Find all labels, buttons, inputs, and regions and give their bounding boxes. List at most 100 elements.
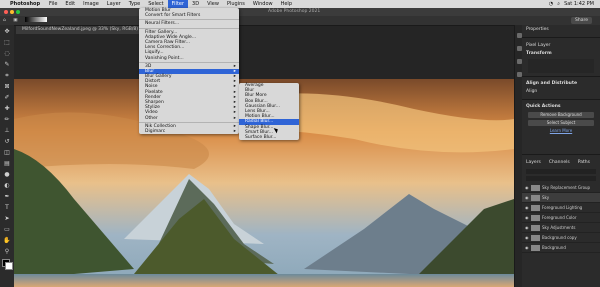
select-subject-button[interactable]: Select Subject — [528, 120, 594, 126]
layer-row[interactable]: ◉ Foreground Lighting — [522, 203, 600, 213]
visibility-eye-icon[interactable]: ◉ — [525, 205, 529, 210]
visibility-eye-icon[interactable]: ◉ — [525, 235, 529, 240]
crop-tool-icon[interactable]: ⌗ — [3, 72, 11, 80]
zoom-tool-icon[interactable]: ⚲ — [3, 248, 11, 256]
history-brush-tool-icon[interactable]: ↺ — [3, 138, 11, 146]
visibility-eye-icon[interactable]: ◉ — [525, 215, 529, 220]
layer-thumbnail — [531, 224, 540, 231]
dodge-tool-icon[interactable]: ◐ — [3, 182, 11, 190]
layer-thumbnail — [531, 244, 540, 251]
menu-type[interactable]: Type — [125, 0, 144, 8]
visibility-eye-icon[interactable]: ◉ — [525, 195, 529, 200]
eyedropper-tool-icon[interactable]: ✐ — [3, 94, 11, 102]
adjustments-icon[interactable] — [516, 46, 522, 51]
color-icon[interactable] — [516, 72, 522, 77]
color-swatches[interactable] — [2, 259, 13, 271]
blur-tool-icon[interactable]: ● — [3, 171, 11, 179]
menu-separator — [139, 121, 239, 123]
healing-tool-icon[interactable]: ✚ — [3, 105, 11, 113]
layer-name: Sky Adjustments — [542, 225, 576, 230]
libraries-icon[interactable] — [516, 59, 522, 64]
menu-image[interactable]: Image — [79, 0, 103, 8]
pen-tool-icon[interactable]: ✒ — [3, 193, 11, 201]
layer-filter-row[interactable] — [526, 169, 596, 174]
frame-tool-icon[interactable]: ⊠ — [3, 83, 11, 91]
menu-file[interactable]: File — [45, 0, 61, 8]
lasso-tool-icon[interactable]: ◌ — [3, 50, 11, 58]
canvas-area[interactable] — [14, 34, 514, 287]
search-icon[interactable]: ⌕ — [557, 1, 560, 7]
quick-select-tool-icon[interactable]: ✎ — [3, 61, 11, 69]
blur-menu-item-surface-blur[interactable]: Surface Blur... — [239, 135, 299, 140]
right-panels: Properties Pixel Layer Transform Align a… — [522, 25, 600, 287]
document-tab-bar: MilfordSoundNewZealand.jpeg @ 33% (Sky, … — [14, 26, 514, 34]
layers-tab-bar: Layers Channels Paths — [522, 158, 600, 167]
shape-tool-icon[interactable]: ▭ — [3, 226, 11, 234]
remove-background-button[interactable]: Remove Background — [528, 112, 594, 118]
tab-paths[interactable]: Paths — [574, 158, 594, 167]
clock[interactable]: Sat 1:42 PM — [564, 1, 594, 7]
wifi-icon[interactable]: ◔ — [549, 1, 553, 7]
layer-row[interactable]: ◉ Sky Adjustments — [522, 223, 600, 233]
hand-tool-icon[interactable]: ✋ — [3, 237, 11, 245]
visibility-eye-icon[interactable]: ◉ — [525, 185, 529, 190]
filter-menu-item-digimarc[interactable]: Digimarc ▸ — [139, 129, 239, 134]
brush-tool-icon[interactable]: ✏ — [3, 116, 11, 124]
layer-name: Foreground Color — [542, 215, 577, 220]
menu-3d[interactable]: 3D — [188, 0, 203, 8]
history-icon[interactable] — [516, 33, 522, 38]
path-select-tool-icon[interactable]: ➤ — [3, 215, 11, 223]
divider — [522, 99, 600, 100]
submenu-arrow-icon: ▸ — [233, 115, 236, 121]
close-window-button[interactable] — [4, 10, 8, 14]
menu-layer[interactable]: Layer — [103, 0, 125, 8]
menu-select[interactable]: Select — [144, 0, 167, 8]
divider — [522, 37, 600, 38]
layer-name: Sky Replacement Group — [542, 185, 591, 190]
tool-preset-icon[interactable]: ▣ — [13, 18, 17, 23]
gradient-swatch[interactable] — [25, 17, 47, 22]
layer-row[interactable]: ◉ Background copy — [522, 233, 600, 243]
filter-menu-item-vanishing-point[interactable]: Vanishing Point... — [139, 56, 239, 61]
filter-menu-item-other[interactable]: Other ▸ — [139, 116, 239, 121]
blend-opacity-row[interactable] — [526, 176, 596, 181]
menu-help[interactable]: Help — [277, 0, 296, 8]
visibility-eye-icon[interactable]: ◉ — [525, 245, 529, 250]
share-button[interactable]: Share — [571, 17, 592, 24]
zoom-window-button[interactable] — [16, 10, 20, 14]
move-tool-icon[interactable]: ✥ — [3, 28, 11, 36]
layer-row[interactable]: ◉ Foreground Color — [522, 213, 600, 223]
home-icon[interactable]: ⌂ — [3, 18, 6, 23]
layer-row[interactable]: ◉ Sky — [522, 193, 600, 203]
layer-row[interactable]: ◉ Background — [522, 243, 600, 253]
marquee-tool-icon[interactable]: ⬚ — [3, 39, 11, 47]
options-bar: ⌂ ▣ Share — [0, 16, 600, 26]
minimize-window-button[interactable] — [10, 10, 14, 14]
transform-fields[interactable] — [528, 59, 594, 73]
stamp-tool-icon[interactable]: ⊥ — [3, 127, 11, 135]
document-tab[interactable]: MilfordSoundNewZealand.jpeg @ 33% (Sky, … — [16, 26, 145, 34]
gradient-tool-icon[interactable]: ▤ — [3, 160, 11, 168]
menu-plugins[interactable]: Plugins — [223, 0, 249, 8]
filter-menu-item-neural-filters[interactable]: Neural Filters... — [139, 21, 239, 26]
quick-actions-heading[interactable]: Quick Actions — [522, 103, 600, 110]
menu-filter[interactable]: Filter — [167, 0, 189, 8]
menu-separator — [139, 27, 239, 29]
type-tool-icon[interactable]: T — [3, 204, 11, 212]
menu-separator — [139, 61, 239, 63]
align-heading[interactable]: Align and Distribute — [522, 80, 600, 87]
menu-edit[interactable]: Edit — [61, 0, 79, 8]
layer-thumbnail — [531, 234, 540, 241]
visibility-eye-icon[interactable]: ◉ — [525, 225, 529, 230]
eraser-tool-icon[interactable]: ◫ — [3, 149, 11, 157]
menu-window[interactable]: Window — [249, 0, 277, 8]
app-menu[interactable]: Photoshop — [10, 1, 40, 7]
tab-channels[interactable]: Channels — [545, 158, 574, 167]
tab-layers[interactable]: Layers — [522, 158, 545, 167]
menu-view[interactable]: View — [203, 0, 223, 8]
tab-properties[interactable]: Properties — [522, 25, 600, 34]
transform-heading[interactable]: Transform — [522, 50, 600, 57]
layer-row[interactable]: ◉ Sky Replacement Group — [522, 183, 600, 193]
layer-thumbnail — [531, 204, 540, 211]
filter-menu-item-convert-for-smart-filters[interactable]: Convert for Smart Filters — [139, 13, 239, 18]
